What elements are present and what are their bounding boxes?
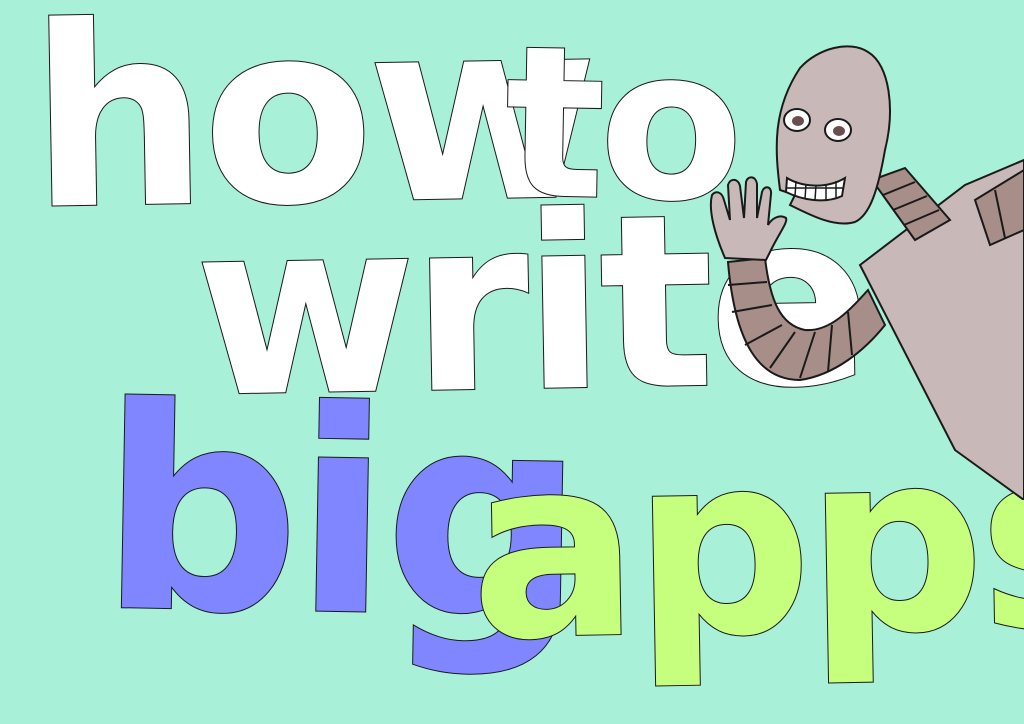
robot-waving-icon bbox=[709, 45, 1024, 500]
cover-illustration: how to write big apps bbox=[0, 0, 1024, 724]
robot-waving-arm bbox=[726, 256, 887, 382]
robot-hand bbox=[709, 176, 788, 262]
